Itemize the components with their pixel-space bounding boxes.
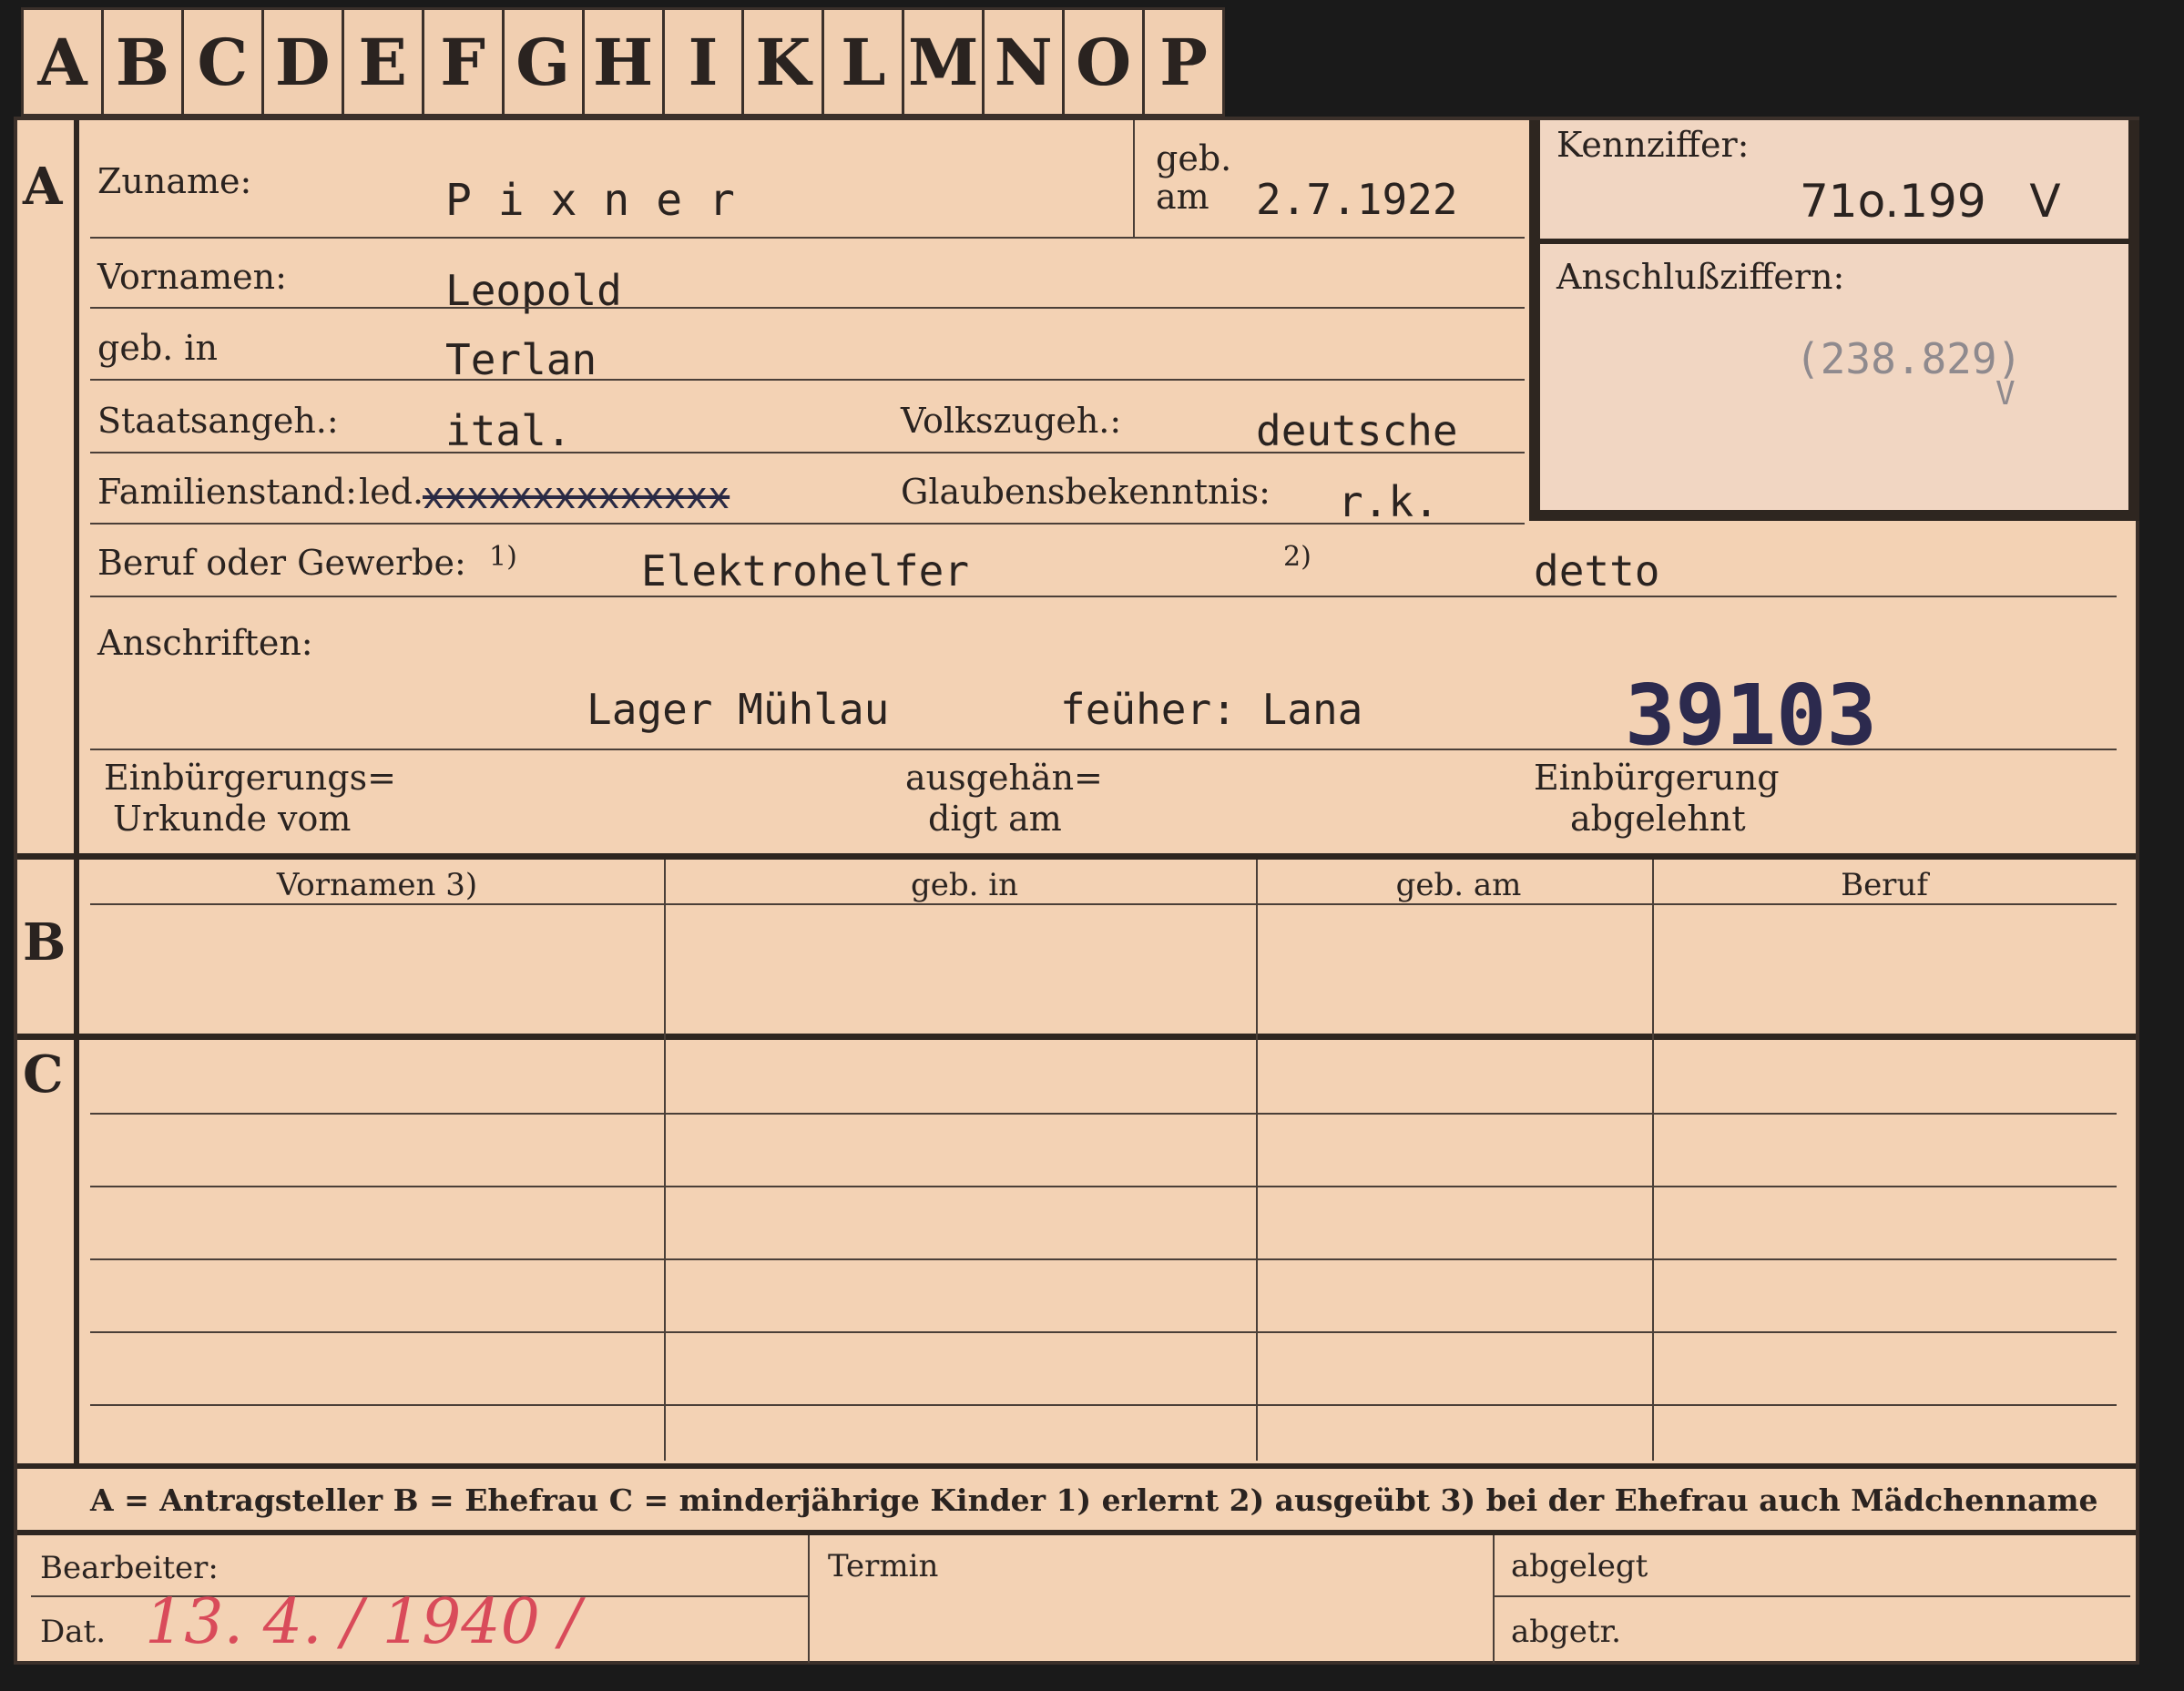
glaubens-label: Glaubensbekenntnis: <box>901 472 1271 512</box>
anschluss-label: Anschlußziffern: <box>1556 257 1845 297</box>
abgelehnt-label-1: Einbürgerung <box>1534 758 1780 798</box>
familien-struck: xxxxxxxxxxxxxx <box>423 475 730 517</box>
geb-am-label-2: am <box>1156 177 1209 217</box>
footer-divider <box>1493 1535 1495 1663</box>
section-bc-margin <box>74 853 79 1463</box>
anschriften-value-1: Lager Mühlau <box>587 685 890 734</box>
kennziffer-divider <box>1540 239 2128 244</box>
tab-d: D <box>264 10 344 114</box>
bearbeiter-label: Bearbeiter: <box>40 1550 219 1586</box>
familien-label: Familienstand: <box>97 472 357 512</box>
ausg-label-1: ausgehän= <box>905 758 1103 798</box>
section-a-marker: A <box>23 157 63 217</box>
beruf-mark-2: 2) <box>1283 541 1311 573</box>
legend-bottom-border <box>17 1530 2136 1535</box>
column-divider <box>1256 860 1258 1461</box>
tab-e: E <box>344 10 424 114</box>
geb-in-label: geb. in <box>97 328 218 368</box>
termin-label: Termin <box>828 1548 939 1584</box>
rule <box>90 749 2117 750</box>
beruf-label: Beruf oder Gewerbe: <box>97 543 466 583</box>
einb-label-2: Urkunde vom <box>113 799 352 839</box>
legend-text: A = Antragsteller B = Ehefrau C = minder… <box>90 1482 2098 1518</box>
tab-p: P <box>1159 24 1208 100</box>
tab-c: C <box>184 10 264 114</box>
staats-label: Staatsangeh.: <box>97 401 339 441</box>
row-rule <box>90 1404 2117 1406</box>
rule <box>90 523 1525 525</box>
dat-value: 13. 4. / 1940 / <box>145 1586 581 1658</box>
dat-label: Dat. <box>40 1614 107 1650</box>
tab-o: O <box>1065 10 1146 114</box>
rule <box>90 379 1525 381</box>
geb-am-label-1: geb. <box>1156 138 1232 178</box>
tab-i: I <box>665 10 745 114</box>
rule <box>1493 1595 2130 1597</box>
tab-n: N <box>985 10 1066 114</box>
section-c-marker: C <box>23 1044 64 1105</box>
tab-m: M <box>904 10 985 114</box>
volks-value: deutsche <box>1256 406 1458 455</box>
glaubens-value: r.k. <box>1338 477 1439 526</box>
column-geb-in: geb. in <box>910 867 1019 903</box>
tab-h: H <box>585 10 665 114</box>
tab-l: L <box>824 10 905 114</box>
volks-label: Volkszugeh.: <box>901 401 1122 441</box>
tab-g: G <box>505 10 585 114</box>
zuname-value: P i x n e r <box>445 175 735 226</box>
footer-divider <box>808 1535 810 1663</box>
section-a-margin <box>74 120 79 853</box>
tab-a: A <box>24 10 104 114</box>
rule <box>90 307 1525 309</box>
kennziffer-box: Kennziffer: 71o.199 V Anschlußziffern: (… <box>1529 120 2139 521</box>
kennziffer-label: Kennziffer: <box>1556 125 1750 165</box>
section-c-top-border <box>17 1034 2136 1040</box>
anschriften-label: Anschriften: <box>97 623 313 663</box>
column-geb-am: geb. am <box>1395 867 1522 903</box>
column-vornamen: Vornamen 3) <box>276 867 478 903</box>
column-divider <box>1652 860 1654 1461</box>
rule <box>90 596 2117 597</box>
rule <box>90 237 1525 239</box>
tab-f: F <box>424 10 505 114</box>
section-b-top-border <box>17 853 2136 860</box>
geb-am-value: 2.7.1922 <box>1256 175 1458 224</box>
legend-top-border <box>17 1463 2136 1469</box>
column-divider <box>664 860 666 1461</box>
tab-b: B <box>104 10 184 114</box>
abgetr-label: abgetr. <box>1511 1614 1621 1650</box>
abgelegt-label: abgelegt <box>1511 1548 1648 1584</box>
einb-label-1: Einbürgerungs= <box>104 758 396 798</box>
beruf-value-1: Elektrohelfer <box>641 546 970 596</box>
section-b-marker: B <box>23 912 66 973</box>
beruf-value-2: detto <box>1534 546 1660 596</box>
divider <box>1133 120 1135 239</box>
kennziffer-value: 71o.199 V <box>1800 175 2061 228</box>
rule <box>90 903 2117 905</box>
anschluss-value: (238.829) <box>1795 334 2023 383</box>
zuname-label: Zuname: <box>97 161 252 201</box>
registration-card: A Zuname: P i x n e r geb. am 2.7.1922 K… <box>14 117 2139 1665</box>
ausg-label-2: digt am <box>928 799 1062 839</box>
rule <box>90 452 1525 453</box>
staats-value: ital. <box>445 406 572 455</box>
anschluss-mark: V <box>1995 375 2016 413</box>
alphabet-tabs: A B C D E F G H I K L M N O P <box>21 7 1225 117</box>
row-rule <box>90 1113 2117 1115</box>
abgelehnt-label-2: abgelehnt <box>1570 799 1746 839</box>
anschriften-value-2: feüher: Lana <box>1060 685 1363 734</box>
vornamen-label: Vornamen: <box>97 257 287 297</box>
familien-value: led. <box>359 472 424 512</box>
tab-k: K <box>744 10 825 114</box>
geb-in-value: Terlan <box>445 335 597 384</box>
column-beruf: Beruf <box>1841 867 1928 903</box>
beruf-mark-1: 1) <box>489 541 517 573</box>
row-rule <box>90 1186 2117 1187</box>
row-rule <box>90 1331 2117 1333</box>
row-rule <box>90 1258 2117 1260</box>
